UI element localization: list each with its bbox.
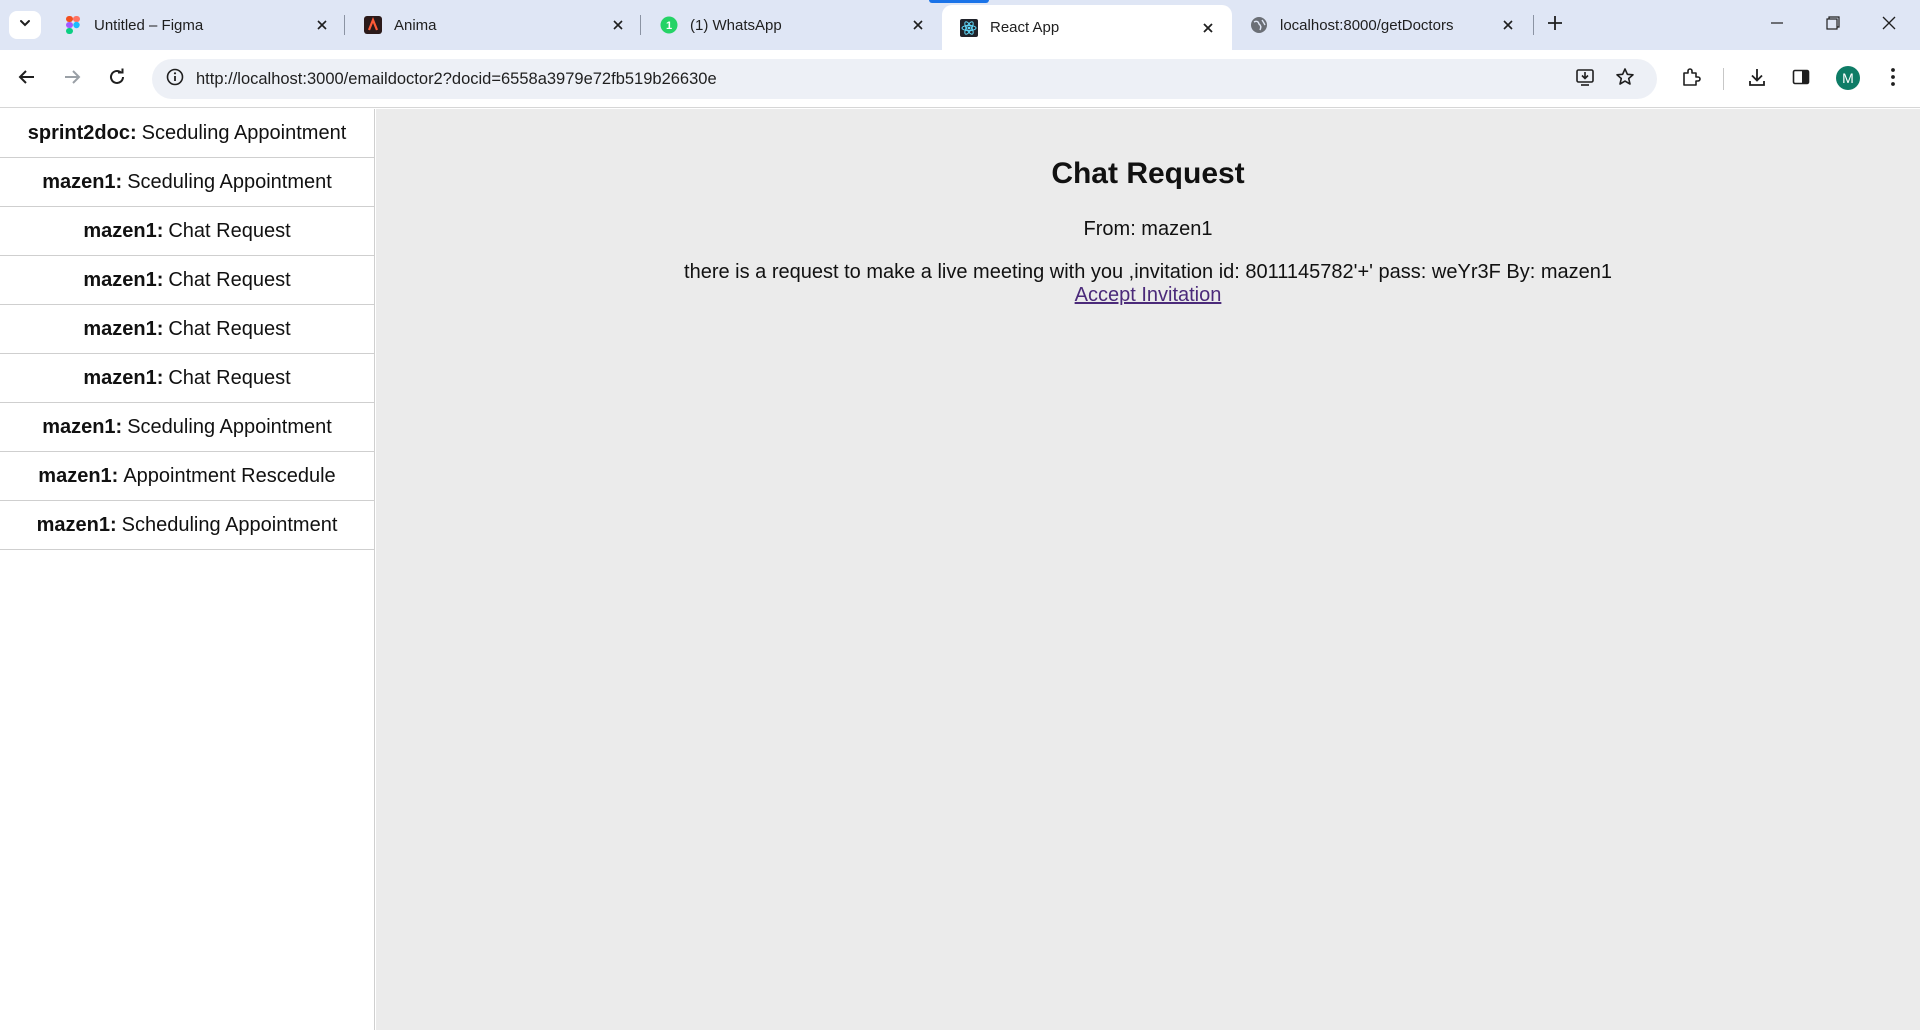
message-list: sprint2doc: Sceduling Appointment mazen1:… [0,109,375,1030]
install-app-button[interactable] [1570,64,1600,94]
message-body-block: there is a request to make a live meetin… [376,261,1920,307]
message-body: there is a request to make a live meetin… [684,261,1612,283]
message-list-item[interactable]: mazen1: Sceduling Appointment [0,158,374,207]
message-list-item[interactable]: mazen1: Appointment Rescedule [0,452,374,501]
arrow-left-icon [18,68,36,91]
message-sender: mazen1: [83,268,164,291]
site-info-button[interactable] [160,64,190,94]
message-list-item[interactable]: mazen1: Sceduling Appointment [0,403,374,452]
message-list-item[interactable]: mazen1: Chat Request [0,256,374,305]
message-list-item[interactable]: mazen1: Chat Request [0,305,374,354]
message-subject: Scheduling Appointment [121,513,338,536]
star-icon [1615,67,1635,92]
new-tab-button[interactable] [1542,12,1568,38]
side-panel-button[interactable] [1786,64,1816,94]
message-sender: mazen1: [38,464,119,487]
message-subject: Chat Request [168,317,291,340]
address-bar[interactable]: http://localhost:3000/emaildoctor2?docid… [152,59,1657,99]
message-list-item[interactable]: mazen1: Chat Request [0,207,374,256]
tab-title: localhost:8000/getDoctors [1280,16,1454,34]
accept-invitation-link[interactable]: Accept Invitation [1075,284,1222,306]
puzzle-icon [1681,67,1701,92]
tab-title: Anima [394,16,437,34]
message-subject: Chat Request [168,219,291,242]
close-tab-icon[interactable] [608,15,628,35]
tab-get-doctors[interactable]: localhost:8000/getDoctors [1232,6,1532,44]
close-window-button[interactable] [1866,8,1912,42]
profile-avatar[interactable]: M [1836,66,1860,90]
anima-icon [364,16,382,34]
message-sender: mazen1: [42,170,123,193]
extensions-button[interactable] [1676,64,1706,94]
toolbar-divider [1723,68,1724,90]
minimize-icon [1770,16,1784,35]
tab-react-app[interactable]: React App [942,5,1232,50]
reload-button[interactable] [102,64,132,94]
info-icon [166,68,184,91]
tab-figma[interactable]: Untitled – Figma [46,6,346,44]
restore-icon [1826,15,1840,35]
message-subject: Sceduling Appointment [127,415,332,438]
side-panel-icon [1791,67,1811,92]
message-from: From: mazen1 [1083,218,1213,240]
message-list-item[interactable]: sprint2doc: Sceduling Appointment [0,109,374,158]
tab-anima[interactable]: Anima [346,6,642,44]
chevron-down-icon [18,16,32,35]
message-sender: mazen1: [42,415,123,438]
tab-separator [640,15,641,35]
restore-button[interactable] [1810,8,1856,42]
message-list-item[interactable]: mazen1: Chat Request [0,354,374,403]
react-icon [960,18,978,37]
close-tab-icon[interactable] [1498,15,1518,35]
svg-text:1: 1 [666,20,672,32]
message-subject: Chat Request [168,366,291,389]
browser-toolbar: http://localhost:3000/emaildoctor2?docid… [0,50,1920,108]
close-icon [1882,16,1896,35]
reload-icon [108,68,126,91]
close-tab-icon[interactable] [312,15,332,35]
tab-search-button[interactable] [9,11,41,39]
whatsapp-icon: 1 [660,16,678,34]
bookmark-button[interactable] [1610,64,1640,94]
message-list-item[interactable]: mazen1: Scheduling Appointment [0,501,374,550]
tab-title: React App [990,19,1060,36]
message-subject: Sceduling Appointment [141,121,347,144]
message-subject: Sceduling Appointment [127,170,332,193]
downloads-button[interactable] [1742,64,1772,94]
close-tab-icon[interactable] [908,15,928,35]
message-sender: sprint2doc: [27,121,137,144]
active-tab-indicator [929,0,989,3]
back-button[interactable] [12,64,42,94]
message-sender: mazen1: [83,366,164,389]
forward-button[interactable] [57,64,87,94]
tab-title: (1) WhatsApp [690,16,782,34]
arrow-right-icon [63,68,81,91]
globe-icon [1250,16,1268,34]
minimize-button[interactable] [1754,8,1800,42]
tab-whatsapp[interactable]: 1 (1) WhatsApp [642,6,942,44]
message-detail: Chat Request From: mazen1 there is a req… [376,109,1920,1030]
install-icon [1575,67,1595,92]
download-icon [1747,67,1767,92]
tab-separator [1533,15,1534,35]
tab-separator [344,15,345,35]
plus-icon [1547,15,1563,36]
message-subject: Chat Request [168,268,291,291]
message-sender: mazen1: [36,513,117,536]
tab-strip: Untitled – Figma Anima 1 (1) WhatsApp Re… [0,0,1920,50]
figma-icon [64,16,82,34]
menu-button[interactable] [1878,64,1908,94]
tab-title: Untitled – Figma [94,16,204,34]
message-sender: mazen1: [83,219,164,242]
more-vertical-icon [1890,67,1896,92]
message-subject: Appointment Rescedule [123,464,336,487]
url-text[interactable]: http://localhost:3000/emaildoctor2?docid… [196,70,717,89]
message-sender: mazen1: [83,317,164,340]
message-title: Chat Request [1051,157,1245,190]
close-tab-icon[interactable] [1198,18,1218,38]
